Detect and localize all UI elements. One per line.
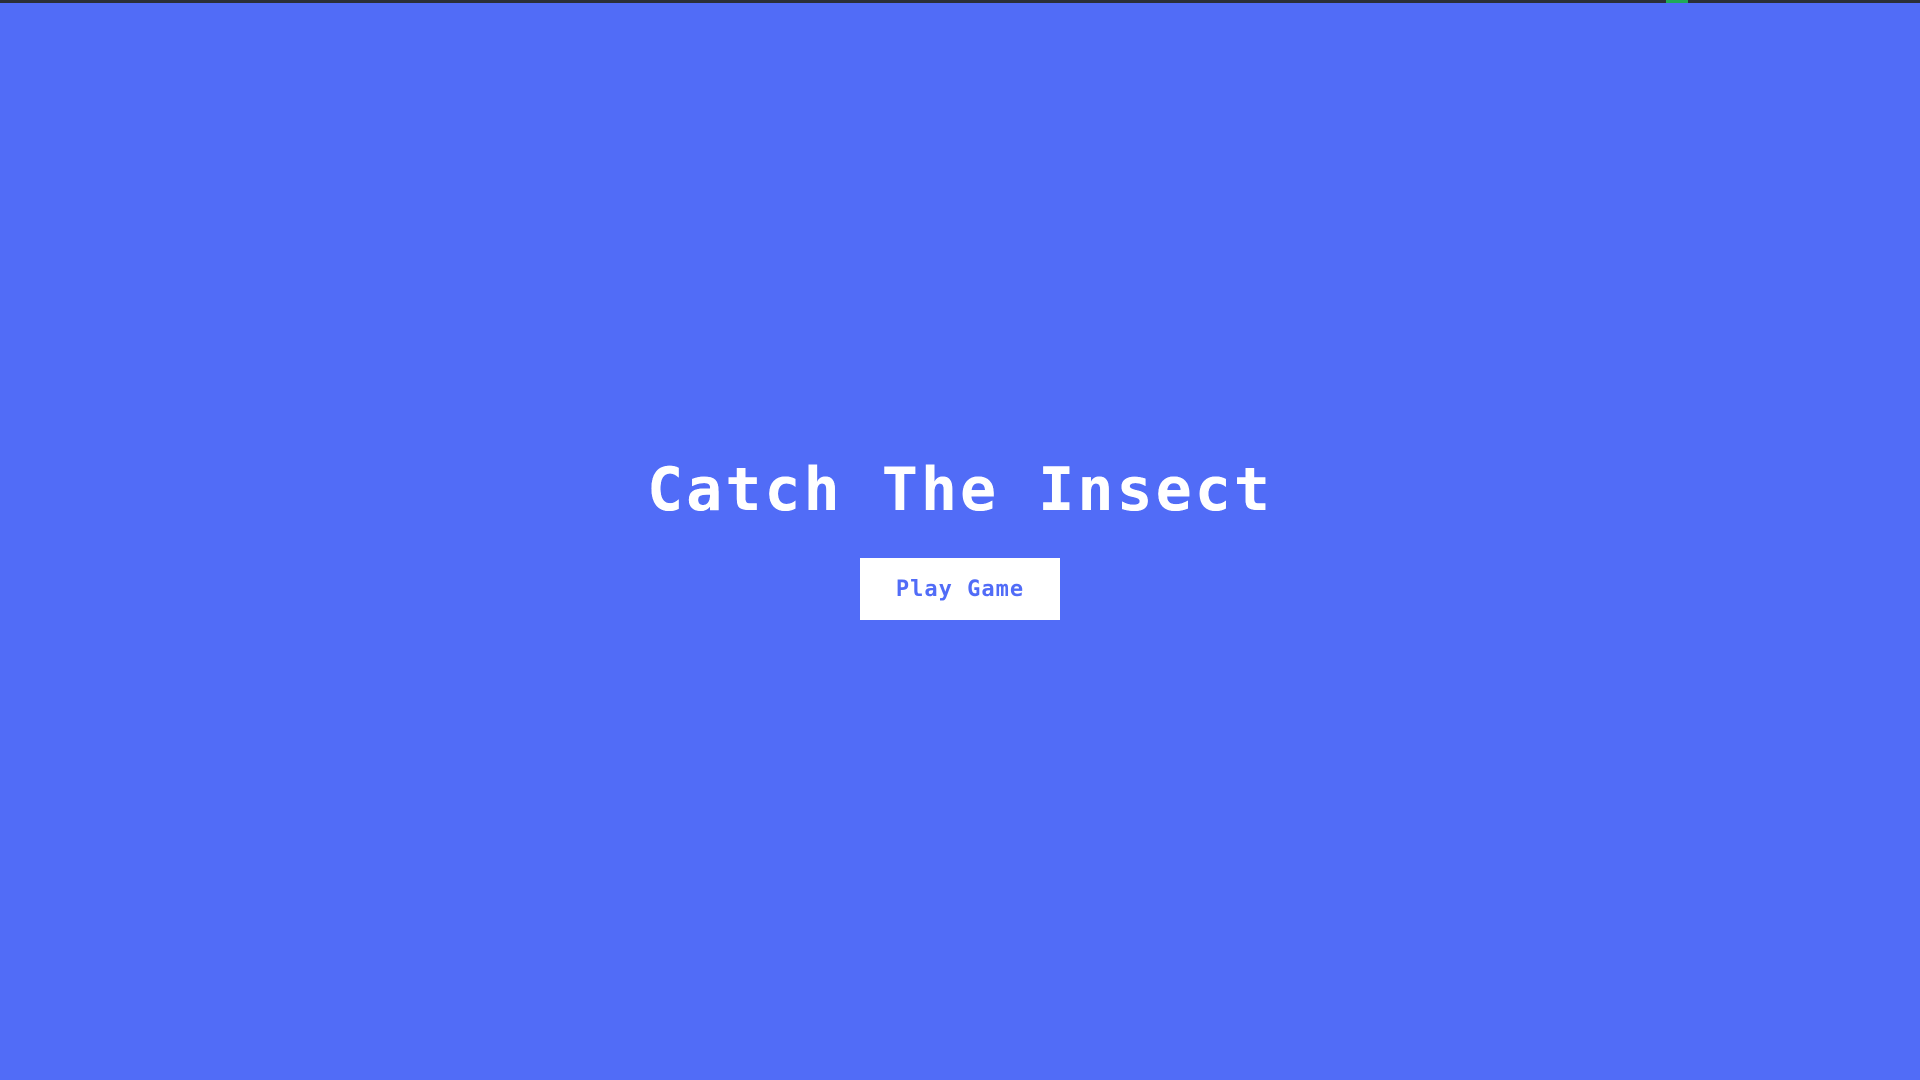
play-game-button[interactable]: Play Game bbox=[860, 558, 1060, 620]
game-title: Catch The Insect bbox=[647, 455, 1273, 525]
start-screen: Catch The Insect Play Game bbox=[0, 0, 1920, 1080]
